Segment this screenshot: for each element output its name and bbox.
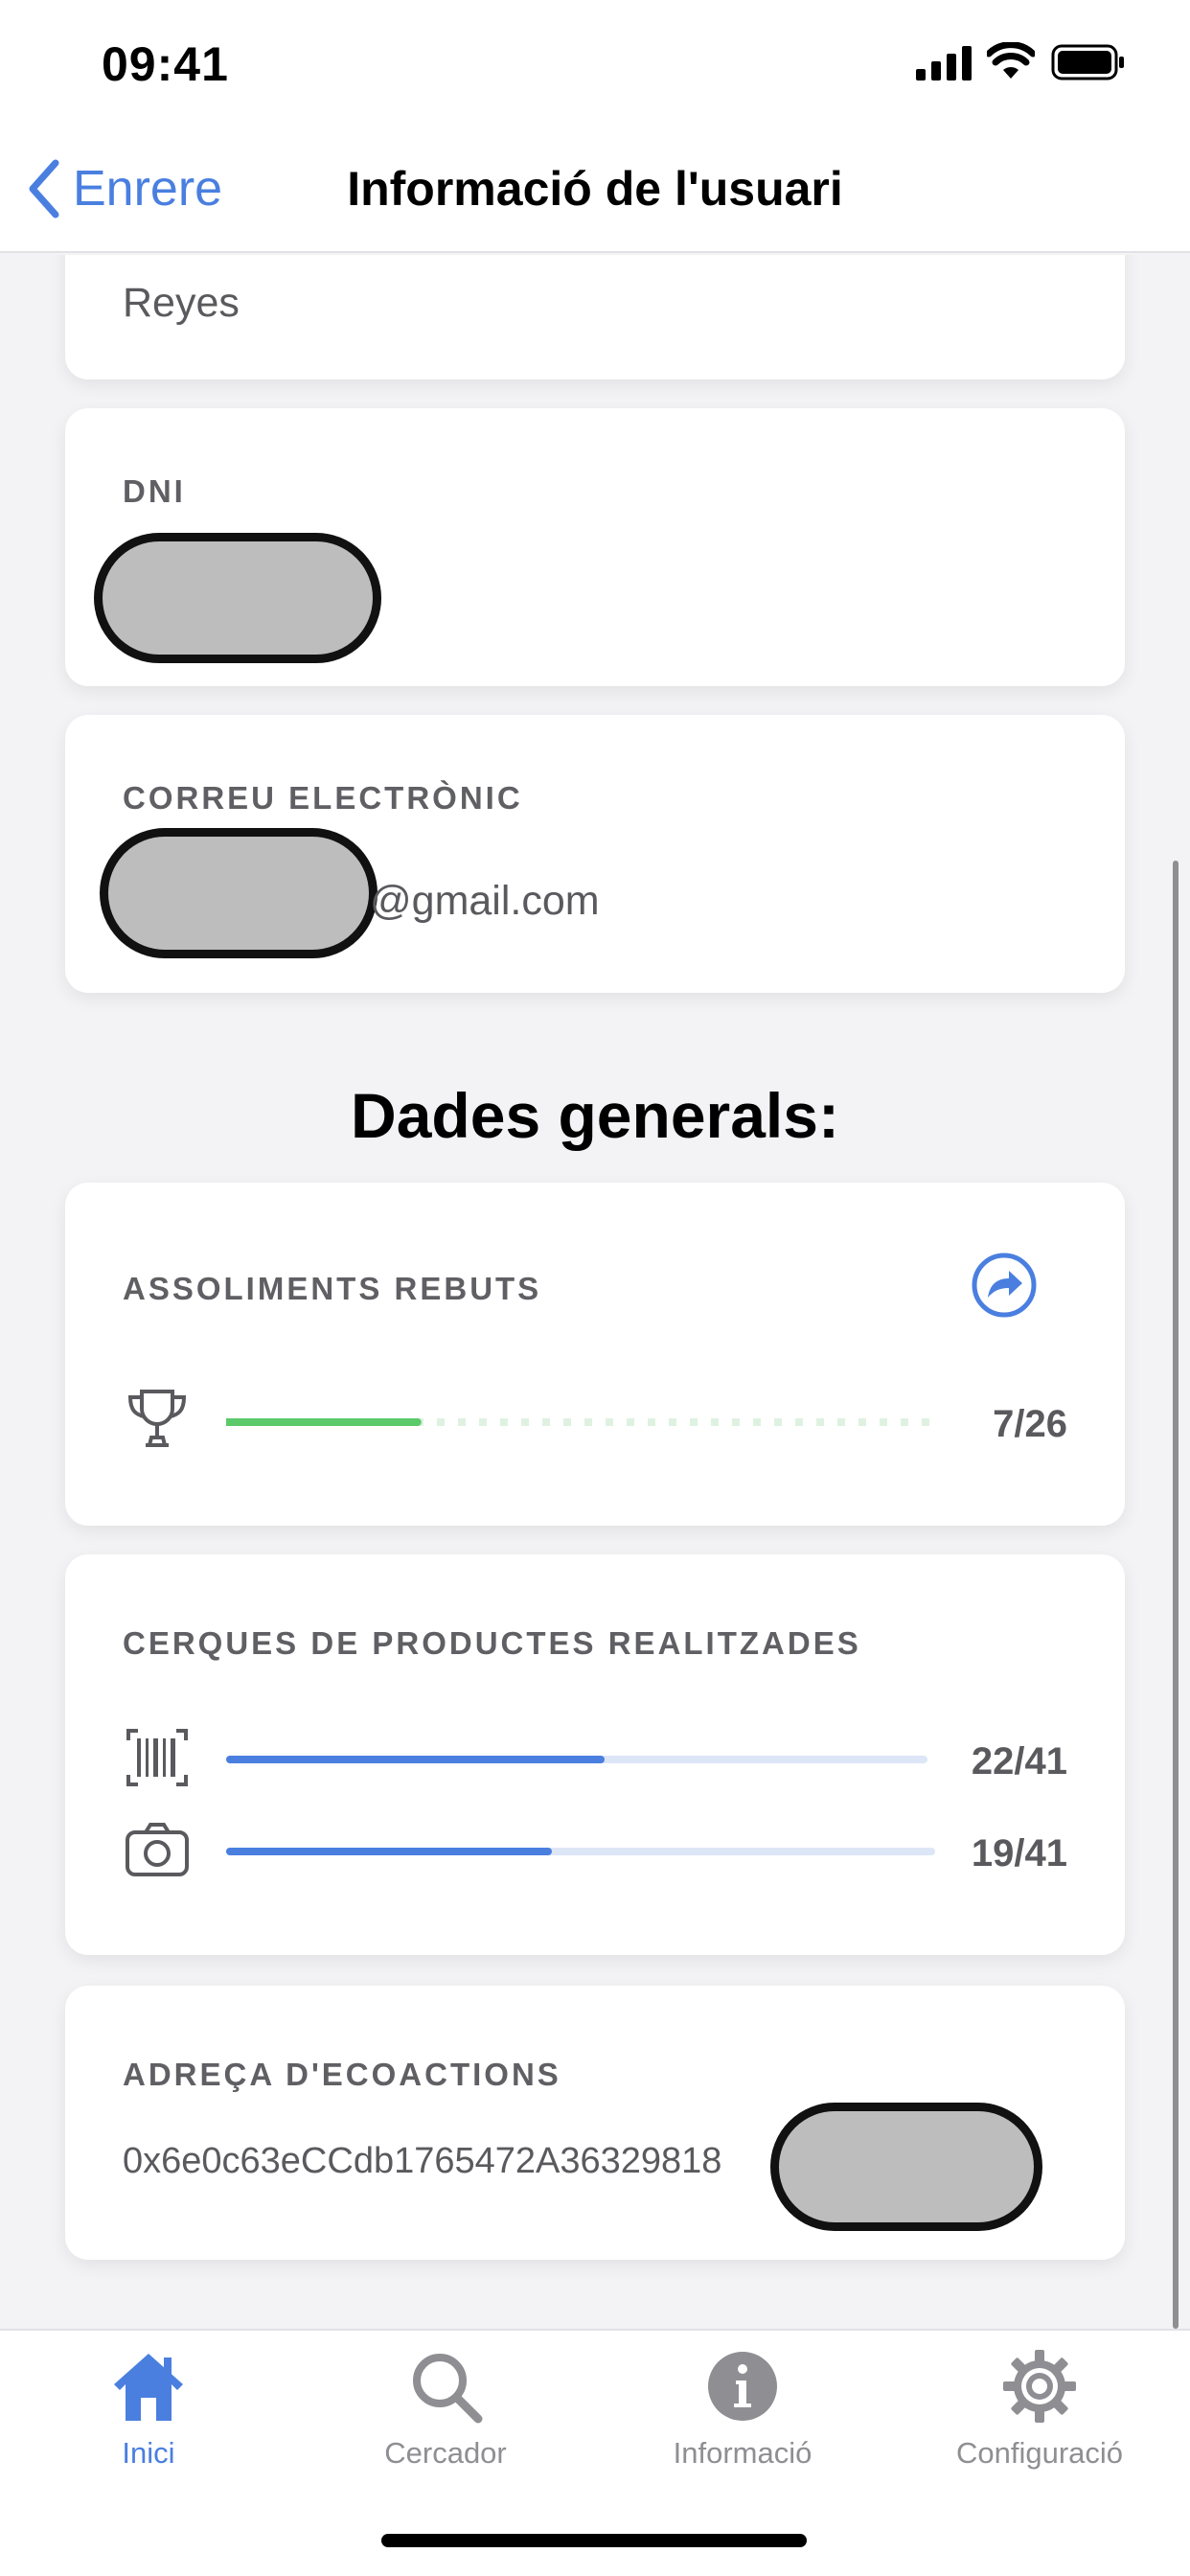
barcode-progress-fill bbox=[226, 1756, 606, 1763]
redacted-email-user bbox=[100, 828, 378, 958]
achievements-label: ASSOLIMENTS REBUTS bbox=[123, 1271, 542, 1306]
page-title: Informació de l'usuari bbox=[347, 162, 843, 216]
tab-home-label: Inici bbox=[122, 2436, 175, 2470]
navigation-bar: Enrere Informació de l'usuari bbox=[0, 126, 1190, 253]
cellular-signal-icon bbox=[916, 46, 972, 80]
email-suffix: @gmail.com bbox=[370, 878, 600, 924]
email-card: CORREU ELECTRÒNIC @gmail.com bbox=[65, 715, 1125, 993]
achievements-card: ASSOLIMENTS REBUTS 7/26 bbox=[65, 1183, 1125, 1526]
surname-value: Reyes bbox=[123, 280, 240, 326]
section-title: Dades generals: bbox=[351, 1080, 839, 1151]
share-icon[interactable] bbox=[971, 1252, 1038, 1319]
dni-label: DNI bbox=[123, 473, 186, 509]
tab-search-label: Cercador bbox=[384, 2436, 507, 2470]
tab-settings-label: Configuració bbox=[955, 2436, 1124, 2470]
search-icon bbox=[413, 2354, 483, 2424]
dni-card: DNI bbox=[65, 408, 1125, 686]
barcode-count: 22/41 bbox=[971, 1740, 1067, 1782]
battery-icon bbox=[1051, 44, 1124, 80]
address-value: 0x6e0c63eCCdb1765472A36329818 bbox=[123, 2141, 722, 2181]
surname-card: Reyes bbox=[65, 255, 1125, 380]
address-label: ADREÇA D'ECOACTIONS bbox=[123, 2057, 561, 2092]
email-label: CORREU ELECTRÒNIC bbox=[123, 780, 523, 816]
tab-info[interactable]: Informació bbox=[594, 2331, 891, 2513]
redacted-dni bbox=[94, 533, 381, 663]
achievements-progress-bar bbox=[226, 1418, 935, 1426]
achievements-count: 7/26 bbox=[993, 1403, 1067, 1445]
home-icon bbox=[114, 2354, 183, 2421]
home-indicator bbox=[381, 2534, 807, 2547]
camera-count: 19/41 bbox=[971, 1832, 1067, 1874]
camera-icon bbox=[126, 1823, 189, 1876]
tab-home[interactable]: Inici bbox=[0, 2331, 297, 2513]
barcode-progress-bar bbox=[226, 1756, 927, 1763]
camera-progress-fill bbox=[226, 1848, 553, 1855]
status-bar: 09:41 bbox=[0, 0, 1190, 126]
status-time: 09:41 bbox=[102, 37, 229, 91]
scrollbar[interactable] bbox=[1173, 861, 1179, 2329]
camera-progress-bar bbox=[226, 1848, 935, 1855]
gear-icon bbox=[1003, 2350, 1076, 2423]
barcode-icon bbox=[126, 1729, 188, 1786]
info-icon bbox=[708, 2352, 777, 2421]
trophy-icon bbox=[127, 1390, 187, 1447]
searches-card: CERQUES DE PRODUCTES REALITZADES 22/41 1… bbox=[65, 1554, 1125, 1955]
tab-info-label: Informació bbox=[673, 2436, 812, 2470]
address-card: ADREÇA D'ECOACTIONS 0x6e0c63eCCdb1765472… bbox=[65, 1986, 1125, 2260]
searches-label: CERQUES DE PRODUCTES REALITZADES bbox=[123, 1625, 861, 1661]
tab-settings[interactable]: Configuració bbox=[891, 2331, 1188, 2513]
wifi-icon bbox=[987, 42, 1035, 79]
redacted-address bbox=[770, 2103, 1042, 2231]
tab-search[interactable]: Cercador bbox=[297, 2331, 594, 2513]
scroll-content[interactable]: Reyes DNI CORREU ELECTRÒNIC @gmail.com D… bbox=[0, 255, 1190, 2329]
